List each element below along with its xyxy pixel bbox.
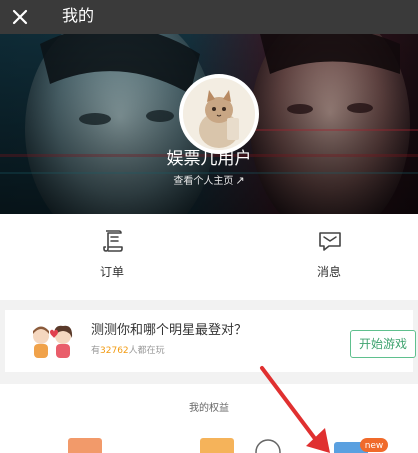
username: 娱票儿用户: [166, 149, 252, 169]
messages-label: 消息: [316, 265, 341, 279]
messages-button[interactable]: 消息: [294, 228, 364, 290]
orders-icon: [103, 230, 123, 252]
couple-illustration: [33, 325, 73, 358]
star-match-game-banner[interactable]: 测测你和哪个明星最登对？ 有32762人都在玩 开始游戏: [5, 310, 416, 372]
game-player-count: 有32762人都在玩: [91, 344, 165, 358]
game-count-prefix: 有: [91, 346, 101, 356]
benefit-icon[interactable]: [200, 438, 234, 453]
start-game-button[interactable]: 开始游戏: [350, 330, 416, 358]
messages-icon: [319, 232, 341, 251]
benefit-icon[interactable]: [68, 438, 102, 453]
orders-label: 订单: [99, 265, 124, 279]
user-avatar[interactable]: [179, 74, 259, 154]
benefit-icon[interactable]: [255, 439, 281, 453]
game-title: 测测你和哪个明星最登对？: [91, 323, 248, 338]
avatar-cat-image: [183, 78, 255, 150]
profile-hero-banner: 娱票儿用户 查看个人主页 ↗: [0, 34, 418, 214]
benefit-icons-row: new: [68, 438, 388, 453]
view-homepage-label: 查看个人主页: [173, 176, 234, 187]
orders-button[interactable]: 订单: [77, 228, 147, 290]
close-icon: [12, 9, 28, 25]
top-bar: 我的: [0, 0, 418, 34]
page-title: 我的: [62, 6, 95, 25]
new-badge-label: new: [365, 441, 384, 451]
game-count-value: 32762: [100, 346, 129, 356]
quick-actions-panel: 订单 消息: [0, 214, 418, 300]
view-homepage-link[interactable]: 查看个人主页 ↗: [0, 174, 418, 189]
close-button[interactable]: [6, 3, 34, 31]
my-benefits-section: 我的权益 new: [0, 384, 418, 453]
share-arrow-icon: ↗: [235, 174, 245, 187]
game-count-suffix: 人都在玩: [128, 346, 165, 356]
